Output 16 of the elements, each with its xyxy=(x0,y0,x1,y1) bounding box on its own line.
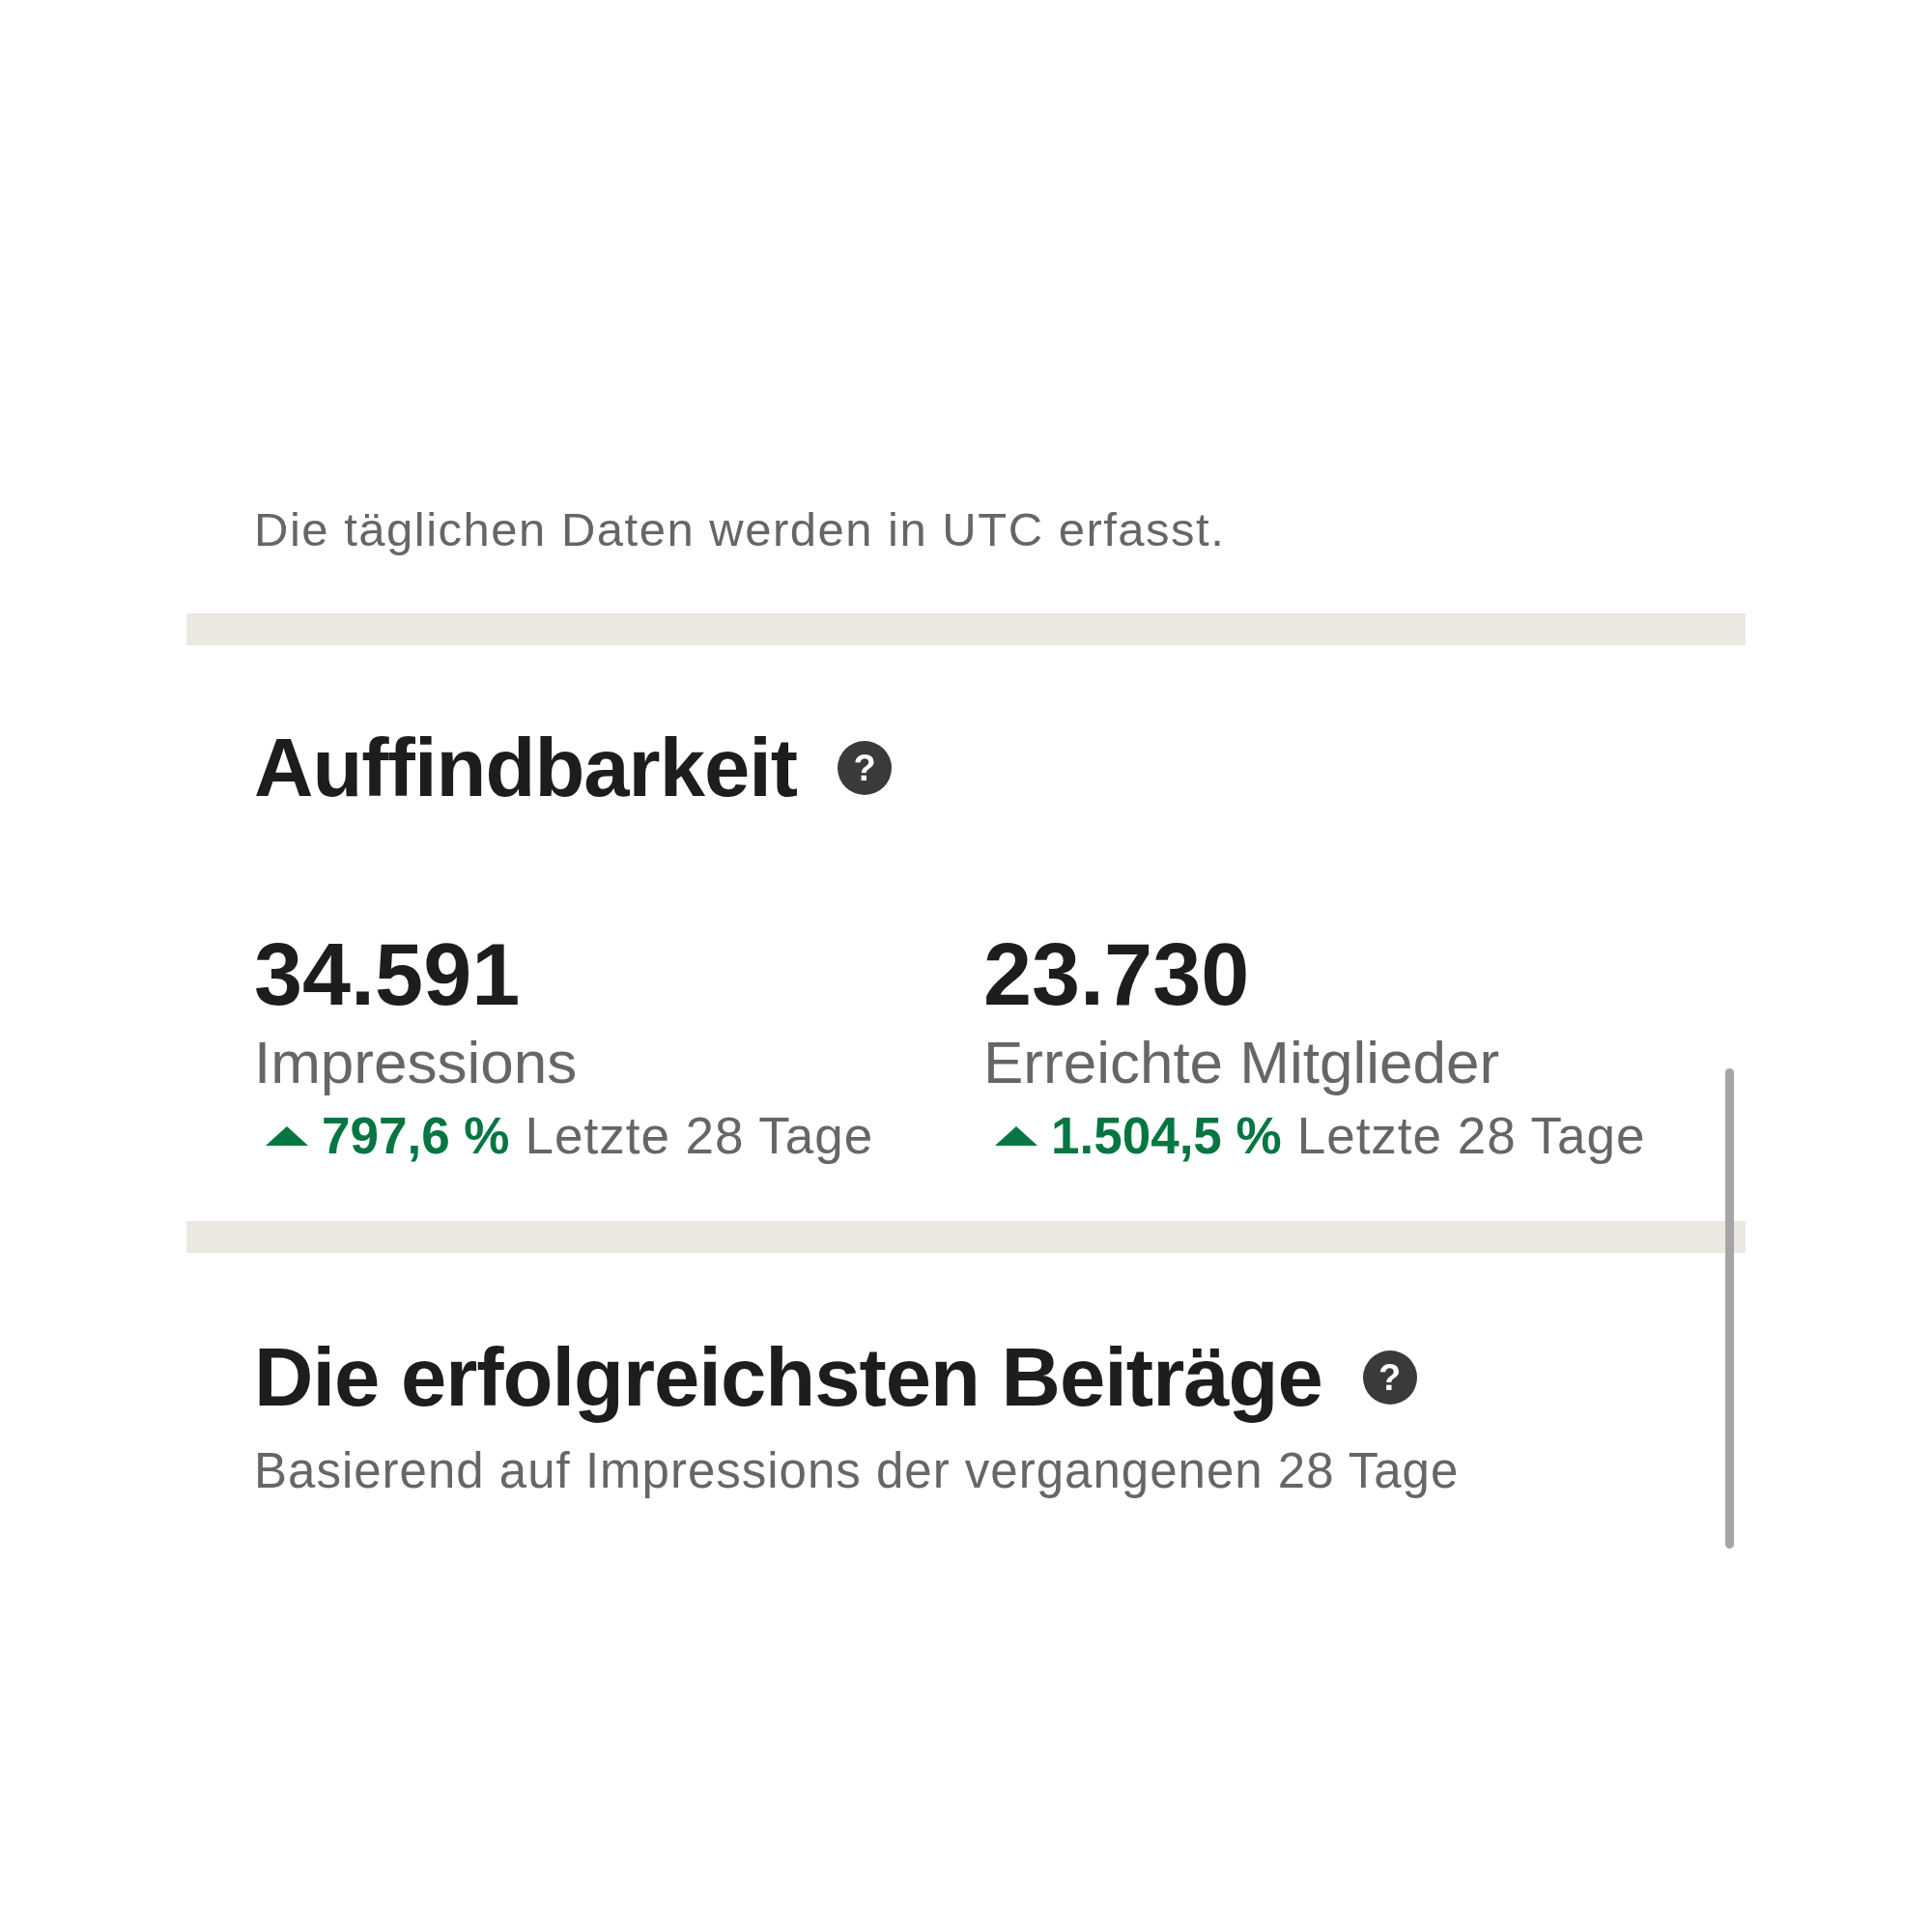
change-percent: 1.504,5 % xyxy=(1051,1106,1282,1165)
help-icon[interactable]: ? xyxy=(1362,1350,1417,1405)
period-label: Letzte 28 Tage xyxy=(1296,1106,1646,1165)
stat-label: Erreichte Mitglieder xyxy=(983,1028,1501,1096)
period-label: Letzte 28 Tage xyxy=(525,1106,874,1165)
stat-label: Impressions xyxy=(254,1028,579,1096)
section-title: Auffindbarkeit xyxy=(254,721,798,815)
chart-note: Die täglichen Daten werden in UTC erfasst. xyxy=(253,502,1227,557)
change-percent: 797,6 % xyxy=(322,1106,510,1165)
section-subtitle: Basierend auf Impressions der vergangenen 28 Tage xyxy=(254,1442,1461,1499)
stat-value: 23.730 xyxy=(983,931,1251,1018)
stat-value: 34.591 xyxy=(254,931,522,1018)
triangle-up-icon xyxy=(995,1125,1037,1146)
help-icon[interactable]: ? xyxy=(838,741,893,795)
section-title: Die erfolgreichsten Beiträge xyxy=(254,1330,1322,1425)
triangle-up-icon xyxy=(266,1125,308,1146)
